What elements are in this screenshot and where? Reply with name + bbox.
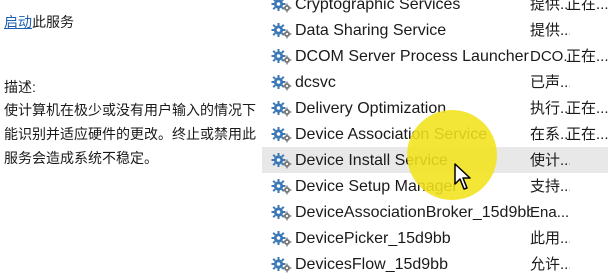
service-row[interactable]: DevicesFlow_15d9bb 允许... xyxy=(262,251,608,277)
service-description: 允许... xyxy=(530,256,570,273)
gear-icon xyxy=(271,23,292,39)
service-description: 在系... xyxy=(530,126,570,143)
service-status: 正在... xyxy=(566,48,608,65)
gear-icon xyxy=(271,127,292,143)
service-row[interactable]: Device Setup Manager 支持... xyxy=(262,173,608,199)
gear-icon xyxy=(271,179,292,195)
service-description: DCO... xyxy=(530,48,570,65)
services-list: Cryptographic Services 提供... 正在... Data … xyxy=(262,0,608,277)
start-service-link[interactable]: 启动 xyxy=(4,14,32,30)
gear-icon xyxy=(271,153,292,169)
service-status: 正在... xyxy=(566,100,608,117)
service-details-pane: 启动此服务 描述: 使计算机在极少或没有用户输入的情况下能识别并适应硬件的更改。… xyxy=(0,0,262,273)
service-name: Device Install Service xyxy=(295,152,448,169)
service-row[interactable]: DeviceAssociationBroker_15d9bb Ena... xyxy=(262,199,608,225)
service-description: 支持... xyxy=(530,178,570,195)
service-name: Device Setup Manager xyxy=(295,178,458,195)
service-name: Data Sharing Service xyxy=(295,22,447,39)
service-name: Cryptographic Services xyxy=(295,0,461,13)
start-service-suffix: 此服务 xyxy=(32,14,74,30)
service-description: 执行... xyxy=(530,100,570,117)
service-row[interactable]: dcsvc 已声... xyxy=(262,69,608,95)
service-row[interactable]: Data Sharing Service 提供... xyxy=(262,17,608,43)
service-name: DevicePicker_15d9bb xyxy=(295,230,451,247)
gear-icon xyxy=(271,49,292,65)
service-name: Device Association Service xyxy=(295,126,488,143)
service-status: 正在... xyxy=(566,126,608,143)
description-label: 描述: xyxy=(4,79,36,95)
service-status: 正在... xyxy=(566,0,608,13)
service-row[interactable]: Delivery Optimization 执行... 正在... xyxy=(262,95,608,121)
service-row[interactable]: DCOM Server Process Launcher DCO... 正在..… xyxy=(262,43,608,69)
service-row[interactable]: Device Association Service 在系... 正在... xyxy=(262,121,608,147)
service-description: 使计... xyxy=(530,152,570,169)
service-name: DevicesFlow_15d9bb xyxy=(295,256,448,273)
gear-icon xyxy=(271,257,292,273)
service-row[interactable]: Cryptographic Services 提供... 正在... xyxy=(262,0,608,17)
service-description: Ena... xyxy=(530,204,570,221)
service-name: DeviceAssociationBroker_15d9bb xyxy=(295,204,531,221)
gear-icon xyxy=(271,231,292,247)
service-row[interactable]: DevicePicker_15d9bb 此用... xyxy=(262,225,608,251)
service-description: 已声... xyxy=(530,74,570,91)
service-name: dcsvc xyxy=(295,74,336,91)
start-service-line: 启动此服务 xyxy=(4,13,74,31)
gear-icon xyxy=(271,205,292,221)
service-description: 提供... xyxy=(530,0,570,13)
gear-icon xyxy=(271,101,292,117)
service-name: DCOM Server Process Launcher xyxy=(295,48,529,65)
service-row[interactable]: Device Install Service 使计... xyxy=(262,147,608,173)
service-description: 此用... xyxy=(530,230,570,247)
description-text: 使计算机在极少或没有用户输入的情况下能识别并适应硬件的更改。终止或禁用此服务会造… xyxy=(4,102,256,166)
service-name: Delivery Optimization xyxy=(295,100,447,117)
gear-icon xyxy=(271,0,292,13)
gear-icon xyxy=(271,75,292,91)
service-description: 提供... xyxy=(530,22,570,39)
